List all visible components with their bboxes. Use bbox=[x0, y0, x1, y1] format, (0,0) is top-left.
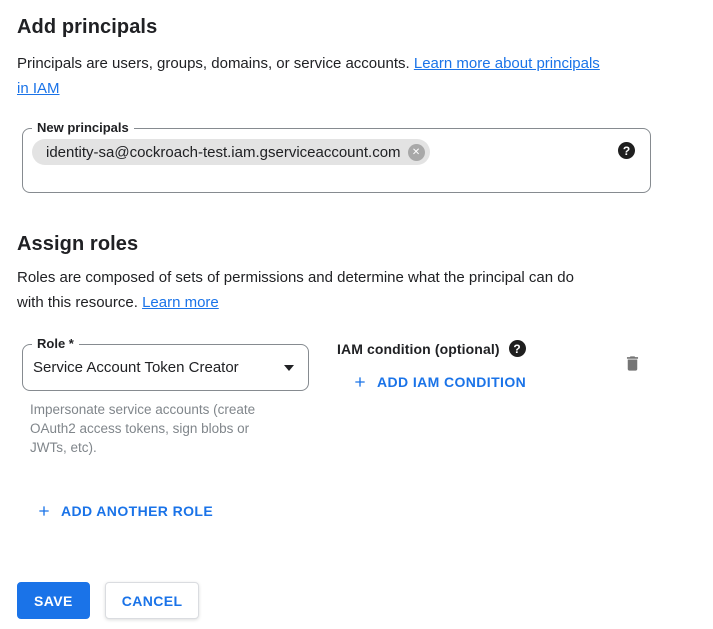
add-iam-condition-label: ADD IAM CONDITION bbox=[377, 374, 526, 390]
role-binding-row: Role * Service Account Token Creator Imp… bbox=[17, 344, 696, 457]
chip-remove-icon[interactable]: ✕ bbox=[408, 144, 425, 161]
dialog-actions: SAVE CANCEL bbox=[17, 582, 696, 619]
role-select[interactable]: Role * Service Account Token Creator bbox=[22, 344, 309, 391]
plus-icon bbox=[36, 503, 52, 519]
principal-chip: identity-sa@cockroach-test.iam.gservicea… bbox=[32, 139, 430, 165]
roles-description-line1: Roles are composed of sets of permission… bbox=[17, 269, 574, 286]
add-iam-condition-button[interactable]: ADD IAM CONDITION bbox=[352, 374, 526, 390]
roles-description-line2: with this resource. bbox=[17, 294, 138, 311]
principal-chip-label: identity-sa@cockroach-test.iam.gservicea… bbox=[46, 144, 401, 161]
learn-more-roles-link[interactable]: Learn more bbox=[142, 294, 219, 311]
role-selected-value: Service Account Token Creator bbox=[33, 359, 239, 376]
role-help-text: Impersonate service accounts (create OAu… bbox=[30, 400, 282, 457]
delete-role-button[interactable] bbox=[623, 353, 642, 377]
add-principals-panel: Add principals Principals are users, gro… bbox=[0, 0, 713, 619]
intro-text-line1: Principals are users, groups, domains, o… bbox=[17, 55, 410, 72]
new-principals-field[interactable]: New principals identity-sa@cockroach-tes… bbox=[22, 128, 651, 193]
plus-icon bbox=[352, 374, 368, 390]
intro-text: Principals are users, groups, domains, o… bbox=[17, 51, 696, 101]
add-another-role-button[interactable]: ADD ANOTHER ROLE bbox=[36, 503, 213, 519]
trash-icon bbox=[623, 353, 642, 374]
iam-condition-column: IAM condition (optional) ? ADD IAM CONDI… bbox=[337, 340, 526, 395]
role-column: Role * Service Account Token Creator Imp… bbox=[17, 344, 317, 457]
learn-more-principals-link[interactable]: in IAM bbox=[17, 80, 60, 97]
role-label: Role * bbox=[32, 336, 79, 352]
learn-more-principals-link[interactable]: Learn more about principals bbox=[414, 55, 600, 72]
add-another-role-label: ADD ANOTHER ROLE bbox=[61, 503, 213, 519]
page-title: Add principals bbox=[17, 16, 696, 39]
new-principals-label: New principals bbox=[32, 120, 134, 136]
cancel-button[interactable]: CANCEL bbox=[105, 582, 200, 619]
roles-description: Roles are composed of sets of permission… bbox=[17, 265, 696, 315]
help-icon[interactable]: ? bbox=[509, 340, 526, 357]
assign-roles-title: Assign roles bbox=[17, 233, 696, 256]
chevron-down-icon bbox=[284, 365, 294, 371]
save-button[interactable]: SAVE bbox=[17, 582, 90, 619]
iam-condition-label: IAM condition (optional) bbox=[337, 341, 500, 357]
help-icon[interactable]: ? bbox=[618, 142, 635, 159]
